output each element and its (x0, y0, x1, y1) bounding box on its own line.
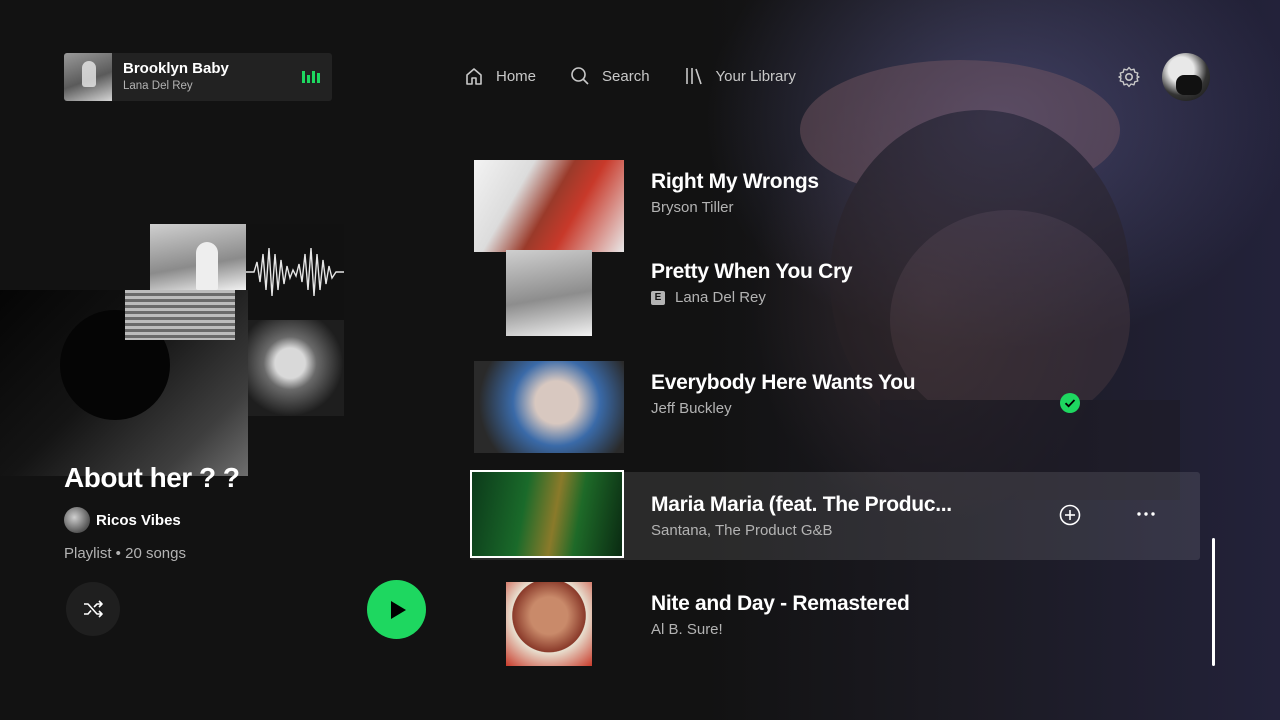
track-artist-name: Jeff Buckley (651, 400, 732, 417)
nav-library[interactable]: Your Library (684, 66, 796, 86)
track-artist-name: Bryson Tiller (651, 199, 734, 216)
track-artist-name: Santana, The Product G&B (651, 522, 833, 539)
track-row[interactable]: Nite and Day - Remastered Al B. Sure! (474, 582, 1200, 674)
equalizer-icon (302, 71, 320, 83)
track-title: Nite and Day - Remastered (651, 592, 910, 615)
play-icon (390, 600, 406, 619)
track-artist: Bryson Tiller (651, 199, 734, 216)
playlist-meta: Playlist • 20 songs (64, 545, 186, 562)
nav-home-label: Home (496, 67, 537, 85)
nav-library-label: Your Library (715, 67, 796, 85)
album-cover (0, 290, 248, 476)
track-artist: Santana, The Product G&B (651, 522, 833, 539)
album-cover (246, 224, 344, 320)
track-thumbnail (506, 250, 592, 336)
track-artist: E Lana Del Rey (651, 289, 766, 306)
album-cover (246, 320, 344, 416)
explicit-badge: E (651, 290, 665, 305)
track-row-focused[interactable]: Maria Maria (feat. The Produc... Santana… (470, 470, 1200, 560)
track-thumbnail (506, 582, 592, 666)
playlist-cover-collage (0, 224, 344, 476)
owner-avatar (64, 507, 90, 533)
shuffle-button[interactable] (66, 582, 120, 636)
scrollbar[interactable] (1212, 538, 1215, 666)
playlist-title: About her ? ? (64, 462, 240, 493)
playlist-owner-name: Ricos Vibes (96, 511, 181, 529)
track-row[interactable]: Pretty When You Cry E Lana Del Rey (474, 250, 1200, 342)
track-thumbnail (474, 160, 624, 252)
top-nav: Home Search Your Library (464, 66, 830, 86)
home-icon (466, 68, 482, 85)
album-cover (150, 224, 246, 290)
track-artist: Jeff Buckley (651, 400, 732, 417)
now-playing-artist: Lana Del Rey (123, 80, 193, 92)
now-playing-title: Brooklyn Baby (123, 60, 229, 77)
gear-icon[interactable] (1118, 66, 1140, 88)
search-icon (571, 67, 589, 85)
track-thumbnail (474, 361, 624, 453)
track-row[interactable]: Right My Wrongs Bryson Tiller (474, 160, 1200, 252)
profile-avatar[interactable] (1162, 53, 1210, 101)
play-button[interactable] (367, 580, 426, 639)
nav-home[interactable]: Home (464, 66, 536, 86)
track-artist-name: Lana Del Rey (675, 289, 766, 306)
track-thumbnail (470, 470, 624, 558)
nav-search[interactable]: Search (570, 66, 650, 86)
track-title: Maria Maria (feat. The Produc... (651, 493, 952, 516)
check-circle-icon[interactable] (1060, 393, 1080, 413)
add-circle-icon[interactable] (1059, 504, 1081, 526)
nav-search-label: Search (602, 67, 650, 85)
library-icon (685, 68, 702, 85)
more-icon[interactable] (1136, 511, 1156, 517)
now-playing-album-art (64, 53, 112, 101)
track-artist: Al B. Sure! (651, 621, 723, 638)
track-artist-name: Al B. Sure! (651, 621, 723, 638)
track-row[interactable]: Everybody Here Wants You Jeff Buckley (474, 361, 1200, 453)
now-playing-bar[interactable]: Brooklyn Baby Lana Del Rey (64, 53, 332, 101)
track-title: Pretty When You Cry (651, 260, 853, 283)
playlist-owner[interactable]: Ricos Vibes (64, 507, 181, 533)
track-title: Everybody Here Wants You (651, 371, 916, 394)
track-title: Right My Wrongs (651, 170, 819, 193)
shuffle-icon (84, 600, 103, 618)
